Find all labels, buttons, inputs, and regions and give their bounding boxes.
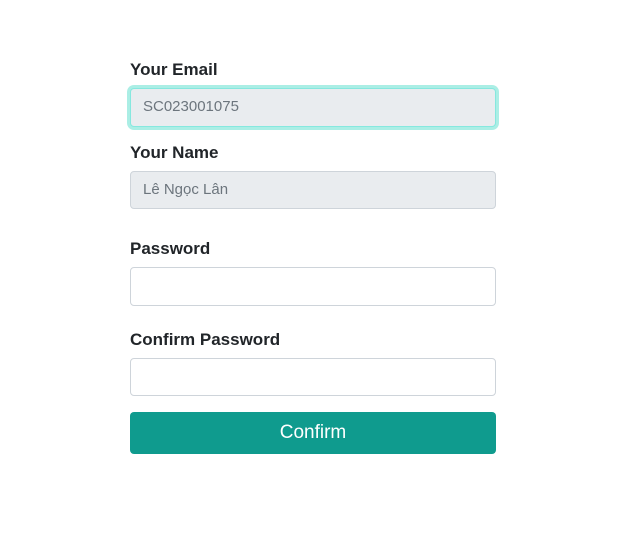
- email-field[interactable]: [130, 88, 496, 127]
- confirm-password-label: Confirm Password: [130, 330, 496, 350]
- confirm-button[interactable]: Confirm: [130, 412, 496, 454]
- name-group: Your Name: [130, 143, 496, 210]
- confirm-password-field[interactable]: [130, 358, 496, 397]
- password-field[interactable]: [130, 267, 496, 306]
- account-form: Your Email Your Name Password Confirm Pa…: [130, 60, 496, 454]
- password-label: Password: [130, 239, 496, 259]
- name-field[interactable]: [130, 171, 496, 210]
- email-group: Your Email: [130, 60, 496, 127]
- email-label: Your Email: [130, 60, 496, 80]
- password-group: Password: [130, 239, 496, 306]
- name-label: Your Name: [130, 143, 496, 163]
- confirm-password-group: Confirm Password: [130, 330, 496, 397]
